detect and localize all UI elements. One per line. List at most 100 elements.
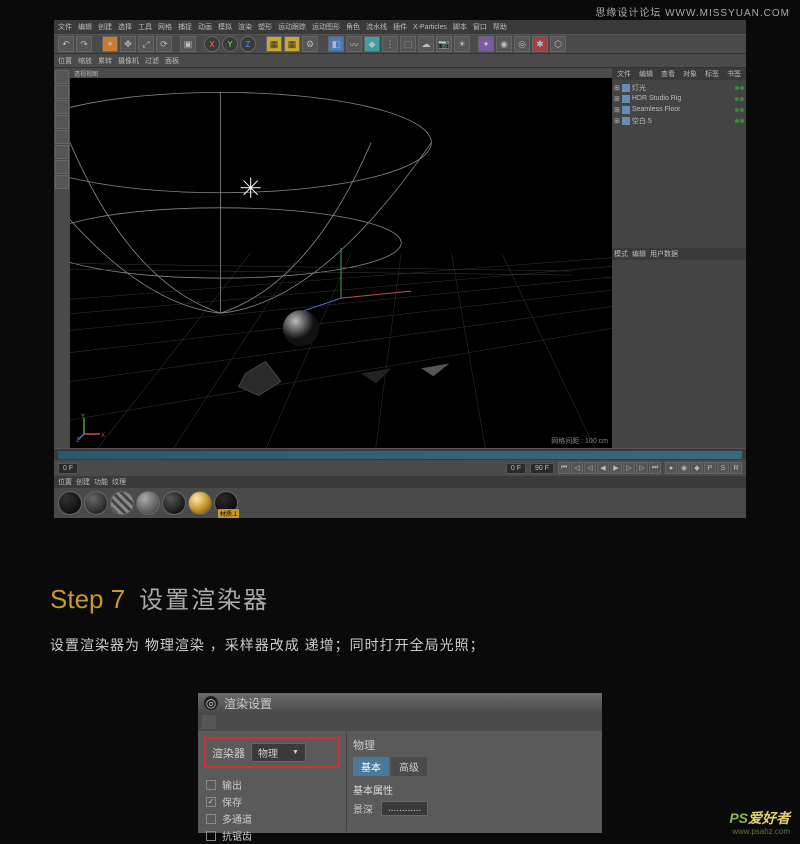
- menu-item[interactable]: 脚本: [453, 22, 467, 32]
- tree-item-light[interactable]: ⊞ 灯光: [614, 82, 744, 93]
- object-mode-icon[interactable]: [55, 85, 69, 99]
- render-cat-output[interactable]: 输出: [204, 776, 340, 793]
- menu-item[interactable]: 工具: [138, 22, 152, 32]
- scale-tool-icon[interactable]: ⤢: [138, 36, 154, 52]
- timeline[interactable]: [54, 448, 746, 460]
- render-pv-icon[interactable]: ▦: [284, 36, 300, 52]
- tree-item-hdr[interactable]: ⊞ HDR Studio Rig: [614, 93, 744, 104]
- checkbox-icon[interactable]: [206, 780, 216, 790]
- nurbs-icon[interactable]: ◆: [364, 36, 380, 52]
- material-ball[interactable]: [162, 491, 186, 515]
- view-menu-item[interactable]: 过滤: [145, 56, 159, 66]
- view-menu-item[interactable]: 摄像机: [118, 56, 139, 66]
- dof-field[interactable]: ............: [381, 801, 428, 816]
- attr-menu-item[interactable]: 用户数据: [650, 249, 678, 259]
- deformer-icon[interactable]: ⬚: [400, 36, 416, 52]
- goto-start-icon[interactable]: ⏮: [558, 462, 570, 474]
- om-menu-item[interactable]: 对象: [680, 69, 700, 79]
- menu-item[interactable]: 运动跟踪: [278, 22, 306, 32]
- mm-tab[interactable]: 纹理: [112, 477, 126, 487]
- mm-tab[interactable]: 功能: [94, 477, 108, 487]
- last-tool-icon[interactable]: ▣: [180, 36, 196, 52]
- timeline-end[interactable]: 90 F: [530, 463, 554, 474]
- model-mode-icon[interactable]: [55, 70, 69, 84]
- om-menu-item[interactable]: 文件: [614, 69, 634, 79]
- menu-item[interactable]: 窗口: [473, 22, 487, 32]
- play-icon[interactable]: ▶: [610, 462, 622, 474]
- keyframe-icon[interactable]: ◆: [691, 462, 703, 474]
- poly-mode-icon[interactable]: [55, 130, 69, 144]
- om-menu-item[interactable]: 书签: [724, 69, 744, 79]
- y-axis-toggle[interactable]: Y: [222, 36, 238, 52]
- menu-item[interactable]: 运动图形: [312, 22, 340, 32]
- material-ball[interactable]: [110, 491, 134, 515]
- menu-item[interactable]: 流水线: [366, 22, 387, 32]
- pos-key-icon[interactable]: P: [704, 462, 716, 474]
- view-menu-item[interactable]: 位置: [58, 56, 72, 66]
- z-axis-toggle[interactable]: Z: [240, 36, 256, 52]
- preset-icon[interactable]: [202, 715, 216, 729]
- timeline-current[interactable]: 0 F: [506, 463, 526, 474]
- menu-item[interactable]: 动画: [198, 22, 212, 32]
- timeline-start[interactable]: 0 F: [58, 463, 78, 474]
- environment-icon[interactable]: ☁: [418, 36, 434, 52]
- render-cat-multipass[interactable]: 多通道: [204, 810, 340, 827]
- menu-item[interactable]: 捕捉: [178, 22, 192, 32]
- material-ball[interactable]: [136, 491, 160, 515]
- xp-icon[interactable]: ✦: [478, 36, 494, 52]
- render-cat-save[interactable]: ✓ 保存: [204, 793, 340, 810]
- rotate-tool-icon[interactable]: ⟳: [156, 36, 172, 52]
- scale-key-icon[interactable]: S: [717, 462, 729, 474]
- spline-icon[interactable]: 〰: [346, 36, 362, 52]
- autokey-icon[interactable]: ◉: [678, 462, 690, 474]
- next-key-icon[interactable]: ▷: [636, 462, 648, 474]
- om-menu-item[interactable]: 标签: [702, 69, 722, 79]
- prev-key-icon[interactable]: ◁: [571, 462, 583, 474]
- xp-icon2[interactable]: ◉: [496, 36, 512, 52]
- tab-basic[interactable]: 基本: [353, 757, 389, 776]
- menu-item[interactable]: 创建: [98, 22, 112, 32]
- view-menu-item[interactable]: 面板: [165, 56, 179, 66]
- render-view-icon[interactable]: ▦: [266, 36, 282, 52]
- menu-item[interactable]: 插件: [393, 22, 407, 32]
- tree-item-null[interactable]: ⊞ 空白.5: [614, 115, 744, 126]
- xp-icon4[interactable]: ✱: [532, 36, 548, 52]
- menu-item[interactable]: 渲染: [238, 22, 252, 32]
- material-ball[interactable]: [188, 491, 212, 515]
- light-icon[interactable]: ☀: [454, 36, 470, 52]
- menu-item[interactable]: 文件: [58, 22, 72, 32]
- x-axis-toggle[interactable]: X: [204, 36, 220, 52]
- xp-icon3[interactable]: ◎: [514, 36, 530, 52]
- object-tree[interactable]: ⊞ 灯光 ⊞ HDR Studio Rig ⊞ Seamless Floor ⊞…: [612, 80, 746, 248]
- rot-key-icon[interactable]: R: [730, 462, 742, 474]
- menu-item[interactable]: 角色: [346, 22, 360, 32]
- material-ball[interactable]: [58, 491, 82, 515]
- array-icon[interactable]: ⋮: [382, 36, 398, 52]
- menu-item[interactable]: 编辑: [78, 22, 92, 32]
- snap-icon[interactable]: [55, 160, 69, 174]
- primitive-cube-icon[interactable]: ◧: [328, 36, 344, 52]
- menu-item[interactable]: 模拟: [218, 22, 232, 32]
- attr-menu-item[interactable]: 编辑: [632, 249, 646, 259]
- xp-icon5[interactable]: ⬡: [550, 36, 566, 52]
- edge-mode-icon[interactable]: [55, 115, 69, 129]
- next-frame-icon[interactable]: ▷: [623, 462, 635, 474]
- undo-icon[interactable]: ↶: [58, 36, 74, 52]
- menu-item[interactable]: 选择: [118, 22, 132, 32]
- camera-icon[interactable]: 📷: [436, 36, 452, 52]
- goto-end-icon[interactable]: ⏭: [649, 462, 661, 474]
- menu-item[interactable]: X-Particles: [413, 24, 447, 31]
- mm-tab[interactable]: 位置: [58, 477, 72, 487]
- prev-frame-icon[interactable]: ◁: [584, 462, 596, 474]
- play-back-icon[interactable]: ◀: [597, 462, 609, 474]
- tab-advanced[interactable]: 高级: [391, 757, 427, 776]
- om-menu-item[interactable]: 查看: [658, 69, 678, 79]
- menu-item[interactable]: 网格: [158, 22, 172, 32]
- dialog-titlebar[interactable]: ◎ 渲染设置: [198, 693, 602, 713]
- workplane-icon[interactable]: [55, 175, 69, 189]
- material-ball[interactable]: [84, 491, 108, 515]
- texture-mode-icon[interactable]: [55, 145, 69, 159]
- checkbox-icon[interactable]: ✓: [206, 797, 216, 807]
- menu-item[interactable]: 塑形: [258, 22, 272, 32]
- om-menu-item[interactable]: 编辑: [636, 69, 656, 79]
